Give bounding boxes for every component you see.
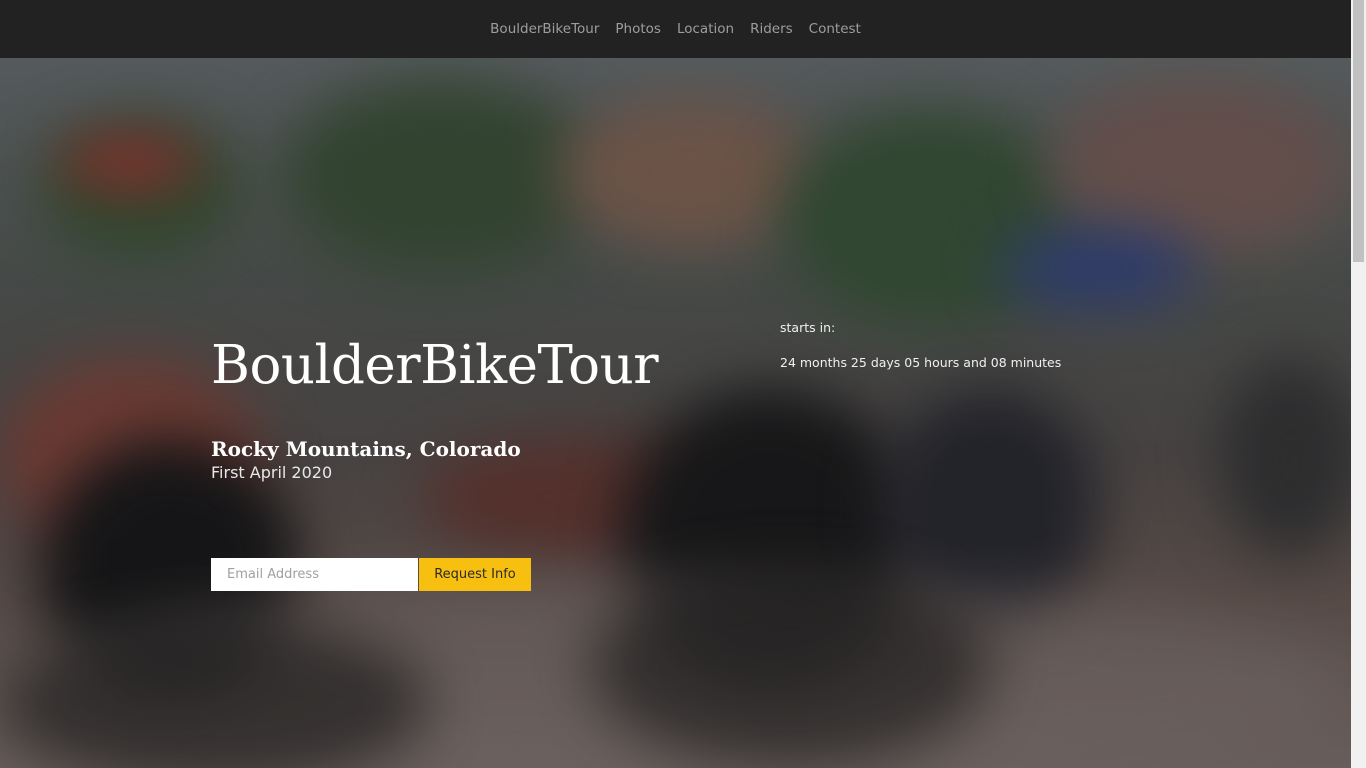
page-title: BoulderBikeTour xyxy=(211,335,659,396)
hero-overlay xyxy=(0,58,1351,768)
nav-link-home[interactable]: BoulderBikeTour xyxy=(482,21,607,37)
email-input[interactable] xyxy=(211,558,418,591)
nav-list: BoulderBikeTour Photos Location Riders C… xyxy=(482,0,869,58)
scrollbar-thumb[interactable] xyxy=(1353,0,1364,262)
event-date: First April 2020 xyxy=(211,463,333,482)
request-info-button[interactable]: Request Info xyxy=(419,558,531,591)
top-navbar: BoulderBikeTour Photos Location Riders C… xyxy=(0,0,1351,58)
vertical-scrollbar[interactable] xyxy=(1351,0,1366,768)
countdown-label: starts in: xyxy=(780,320,836,335)
nav-link-location[interactable]: Location xyxy=(669,21,742,37)
nav-link-riders[interactable]: Riders xyxy=(742,21,801,37)
location-subtitle: Rocky Mountains, Colorado xyxy=(211,437,521,461)
nav-link-contest[interactable]: Contest xyxy=(801,21,869,37)
nav-link-photos[interactable]: Photos xyxy=(607,21,669,37)
countdown-value: 24 months 25 days 05 hours and 08 minute… xyxy=(780,355,1062,370)
hero-section xyxy=(0,58,1351,768)
